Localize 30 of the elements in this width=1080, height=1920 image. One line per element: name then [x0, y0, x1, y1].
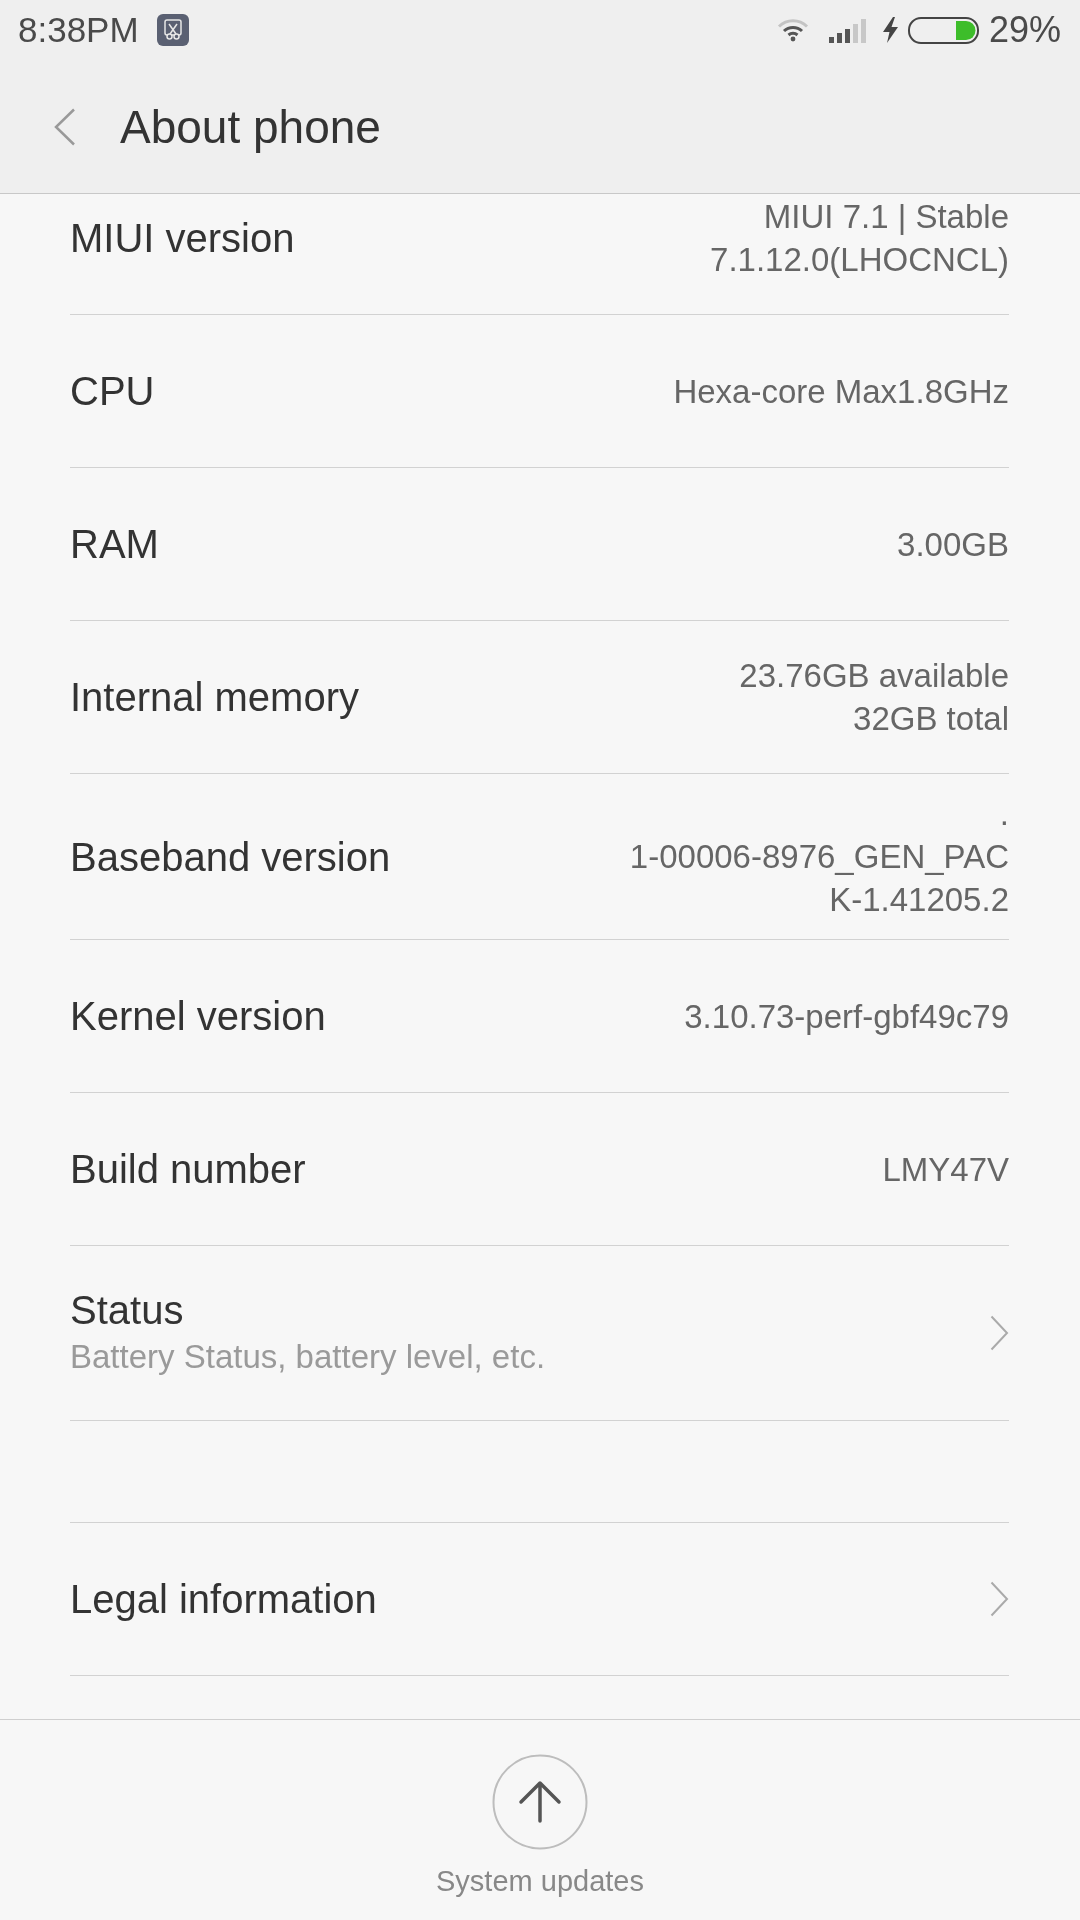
setting-label: CPU	[70, 368, 155, 414]
setting-subtitle: Battery Status, battery level, etc.	[70, 1337, 546, 1377]
setting-label: RAM	[70, 521, 159, 567]
settings-row[interactable]: Legal information	[70, 1523, 1009, 1676]
scissors-icon	[156, 14, 189, 46]
arrow-up-icon	[492, 1754, 588, 1850]
setting-value: 3.00GB	[897, 524, 1009, 565]
wifi-icon	[776, 18, 809, 42]
setting-label: Baseband version	[70, 833, 391, 880]
back-icon[interactable]	[54, 107, 76, 146]
setting-label: Legal information	[70, 1576, 377, 1622]
status-time: 8:38PM	[18, 10, 139, 50]
signal-icon	[828, 17, 866, 43]
settings-row[interactable]: Status Battery Status, battery level, etc.	[70, 1246, 1009, 1421]
setting-label: MIUI version	[70, 215, 295, 261]
battery-icon	[907, 16, 979, 44]
setting-value: MIUI 7.1 | Stable 7.1.12.0(LHOCNCL)	[710, 197, 1009, 280]
setting-label: Internal memory	[70, 674, 359, 720]
setting-label: Build number	[70, 1146, 306, 1192]
setting-value: 23.76GB available 32GB total	[739, 656, 1009, 739]
chevron-right-icon	[990, 1315, 1009, 1351]
setting-value: 3.10.73-perf-gbf49c79	[684, 996, 1009, 1037]
page-title: About phone	[120, 99, 381, 154]
setting-label: Kernel version	[70, 993, 326, 1039]
setting-value: LMY47V	[882, 1149, 1009, 1190]
setting-label: Status	[70, 1287, 184, 1333]
battery-percent: 29%	[988, 10, 1061, 50]
chevron-right-icon	[990, 1581, 1009, 1617]
setting-value: . 1-00006-8976_GEN_PAC K-1.41205.2	[629, 794, 1009, 920]
setting-value: Hexa-core Max1.8GHz	[673, 371, 1009, 412]
